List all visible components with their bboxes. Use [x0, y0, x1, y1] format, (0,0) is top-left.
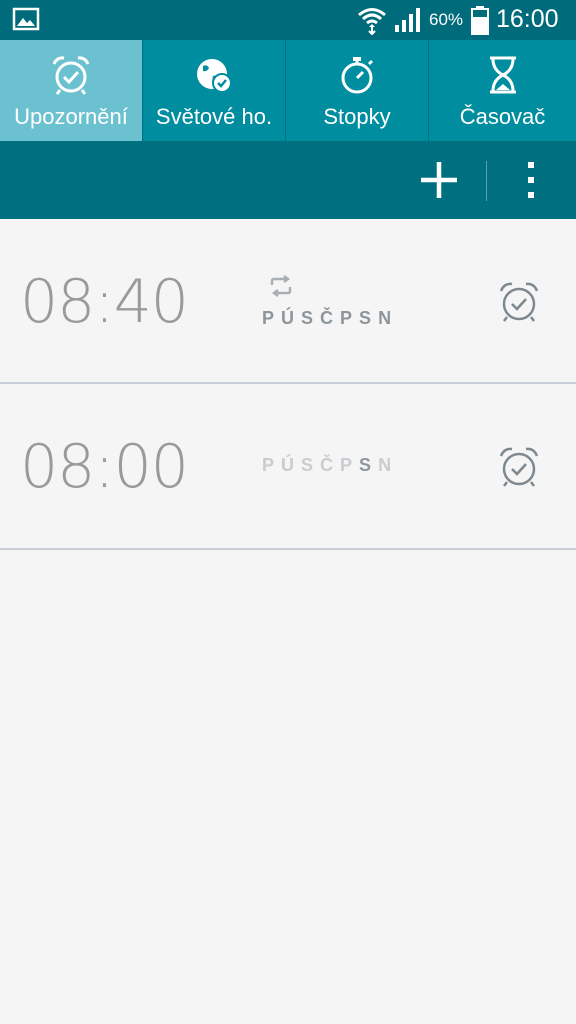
more-vertical-icon[interactable]: [516, 157, 546, 203]
day-label: S: [301, 308, 321, 328]
alarm-days: PÚSČPSN: [262, 455, 398, 476]
tab-stopwatch[interactable]: Stopky: [286, 40, 429, 141]
day-label: Ú: [281, 455, 302, 475]
tab-alarm[interactable]: Upozornění: [0, 40, 143, 141]
tab-label: Upozornění: [14, 104, 128, 129]
status-bar: 60% 16:00: [0, 0, 576, 40]
day-label: Č: [320, 455, 341, 475]
alarm-item[interactable]: 08:00 PÚSČPSN: [0, 384, 576, 550]
day-label-highlighted: S: [359, 455, 379, 475]
tab-world-clock[interactable]: Světové ho.: [143, 40, 286, 141]
tab-label: Světové ho.: [155, 104, 273, 129]
day-label: N: [378, 455, 399, 475]
alarm-clock-icon: [52, 56, 90, 95]
tab-bar: Upozornění Světové ho. Stopky Časovač: [0, 40, 576, 141]
alarm-item[interactable]: 08:40 PÚSČPSN: [0, 219, 576, 384]
battery-percent: 60%: [429, 10, 464, 29]
gallery-icon: [12, 7, 40, 31]
day-label: Ú: [281, 308, 302, 328]
alarm-time: 08:40: [20, 267, 189, 337]
day-label: P: [262, 455, 282, 475]
alarm-time: 08:00: [20, 432, 189, 502]
alarm-days: PÚSČPSN: [262, 308, 398, 329]
plus-icon[interactable]: [416, 157, 462, 203]
repeat-icon: [270, 275, 292, 297]
action-bar: [0, 141, 576, 219]
alarm-clock-icon[interactable]: [496, 279, 542, 325]
alarm-clock-icon[interactable]: [496, 444, 542, 490]
action-divider: [486, 161, 487, 201]
day-label: P: [340, 308, 360, 328]
battery-icon: [471, 6, 489, 35]
day-label: S: [359, 308, 379, 328]
world-clock-icon: [197, 59, 232, 93]
day-label: P: [262, 308, 282, 328]
tab-label: Stopky: [323, 104, 391, 129]
wifi-icon: [358, 8, 386, 35]
alarm-list: 08:40 PÚSČPSN 08:00 PÚSČPSN: [0, 219, 576, 550]
day-label: S: [301, 455, 321, 475]
tab-timer[interactable]: Časovač: [429, 40, 576, 141]
day-label: P: [340, 455, 360, 475]
day-label: N: [378, 308, 399, 328]
signal-icon: [395, 8, 420, 32]
tab-label: Časovač: [459, 104, 546, 129]
status-time: 16:00: [496, 5, 559, 33]
day-label: Č: [320, 308, 341, 328]
hourglass-icon: [489, 56, 516, 94]
stopwatch-icon: [341, 57, 374, 94]
